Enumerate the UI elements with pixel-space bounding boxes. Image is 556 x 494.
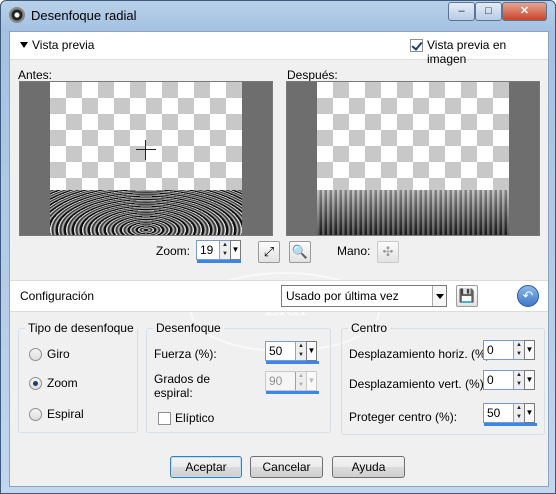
- reset-button[interactable]: ↶: [517, 285, 539, 307]
- original-image-area: [50, 190, 242, 235]
- spiral-label-line1: Grados de: [154, 372, 211, 386]
- radio-spin[interactable]: [29, 348, 42, 361]
- strength-value: 50: [269, 344, 283, 358]
- spin-arrows-icon[interactable]: ▲ ▼: [513, 341, 524, 359]
- before-preview[interactable]: [19, 81, 273, 236]
- transparency-checkerboard: [317, 82, 509, 190]
- after-label: Después:: [287, 68, 338, 82]
- strength-spinbox[interactable]: 50 ▲ ▼ ▼: [265, 341, 319, 364]
- maximize-button[interactable]: □: [475, 2, 502, 21]
- transparency-checkerboard: [50, 82, 242, 190]
- blur-type-title: Tipo de desenfoque: [25, 321, 137, 335]
- preset-value: Usado por última vez: [286, 289, 399, 303]
- h-offset-value: 0: [487, 343, 494, 357]
- radio-spiral[interactable]: [29, 408, 42, 421]
- spin-arrows-icon[interactable]: ▲ ▼: [295, 342, 306, 360]
- center-group: Centro Desplazamiento horiz. (%): 0 ▲ ▼ ▼…: [341, 321, 545, 435]
- zoom-label: Zoom:: [156, 244, 191, 258]
- chevron-down-icon[interactable]: [432, 286, 446, 306]
- preview-header: Vista previa Vista previa en imagen: [10, 32, 548, 66]
- strength-dropdown-arrow[interactable]: ▼: [306, 341, 317, 361]
- v-offset-spinbox[interactable]: 0 ▲ ▼ ▼: [483, 370, 535, 390]
- h-offset-dropdown-arrow[interactable]: ▼: [524, 340, 535, 360]
- elliptic-checkbox[interactable]: [158, 412, 171, 425]
- zoom-dropdown-arrow[interactable]: ▼: [230, 240, 241, 260]
- v-offset-value: 0: [487, 373, 494, 387]
- v-offset-label: Desplazamiento vert. (%):: [349, 377, 488, 391]
- protect-center-label: Proteger centro (%):: [349, 410, 458, 424]
- radio-zoom[interactable]: [29, 377, 42, 390]
- minimize-button[interactable]: –: [448, 2, 475, 21]
- elliptic-label[interactable]: Elíptico: [175, 411, 214, 425]
- after-preview: [286, 81, 540, 236]
- spin-arrows-icon[interactable]: ▲ ▼: [513, 371, 524, 389]
- preview-toggle-label[interactable]: Vista previa: [32, 38, 94, 52]
- config-bar: Configuración Usado por última vez 💾 ↶: [10, 280, 548, 312]
- spin-arrows-icon[interactable]: ▲ ▼: [219, 241, 230, 259]
- pan-label: Mano:: [337, 244, 371, 258]
- spiral-value: 90: [269, 374, 283, 388]
- spiral-spinbox[interactable]: 90 ▲ ▼ ▼: [265, 371, 319, 394]
- strength-label: Fuerza (%):: [154, 347, 217, 361]
- zoom-level-bar: [197, 260, 241, 263]
- zoom-tool-button[interactable]: 🔍: [289, 241, 311, 263]
- h-offset-spinbox[interactable]: 0 ▲ ▼ ▼: [483, 340, 535, 360]
- crosshair-icon: [136, 140, 156, 160]
- zoom-fit-button[interactable]: ⤢: [258, 241, 280, 263]
- collapse-triangle-icon[interactable]: [20, 42, 28, 48]
- v-offset-dropdown-arrow[interactable]: ▼: [524, 370, 535, 390]
- protect-center-value: 50: [487, 406, 501, 420]
- blurred-image-area: [317, 190, 509, 235]
- center-title: Centro: [348, 321, 391, 335]
- save-preset-button[interactable]: 💾: [456, 285, 478, 307]
- radio-spiral-label[interactable]: Espiral: [47, 407, 84, 421]
- preview-in-image-checkbox[interactable]: [410, 39, 423, 52]
- radio-spin-label[interactable]: Giro: [47, 347, 70, 361]
- spin-arrows-icon[interactable]: ▲ ▼: [513, 404, 524, 422]
- dialog-window: Desenfoque radial – □ ✕ Vista previa Vis…: [0, 0, 556, 494]
- window-title: Desenfoque radial: [31, 8, 137, 23]
- close-button[interactable]: ✕: [502, 2, 547, 21]
- h-offset-label: Desplazamiento horiz. (%):: [349, 347, 494, 361]
- preset-dropdown[interactable]: Usado por última vez: [281, 285, 447, 307]
- ok-button[interactable]: Aceptar: [170, 456, 242, 478]
- protect-center-spinbox[interactable]: 50 ▲ ▼ ▼: [483, 403, 537, 426]
- cancel-button[interactable]: Cancelar: [250, 456, 323, 478]
- dialog-client: Vista previa Vista previa en imagen Ante…: [9, 31, 549, 487]
- blur-title: Desenfoque: [153, 321, 224, 335]
- title-bar[interactable]: Desenfoque radial – □ ✕: [1, 1, 555, 31]
- blur-type-group: Tipo de desenfoque Giro Zoom Espiral: [18, 321, 138, 433]
- help-button[interactable]: Ayuda: [332, 456, 405, 478]
- spiral-label-line2: espiral:: [154, 386, 193, 400]
- radio-zoom-label[interactable]: Zoom: [47, 376, 78, 390]
- config-label: Configuración: [20, 289, 95, 303]
- protect-center-dropdown-arrow[interactable]: ▼: [524, 403, 535, 423]
- preview-in-image-label[interactable]: Vista previa en imagen: [427, 38, 548, 66]
- zoom-value: 19: [200, 243, 214, 257]
- pan-tool-button[interactable]: ✣: [377, 241, 399, 263]
- spin-arrows-icon[interactable]: ▲ ▼: [295, 372, 306, 390]
- strength-level-bar: [266, 361, 319, 364]
- spiral-dropdown-arrow[interactable]: ▼: [306, 371, 317, 391]
- protect-center-level-bar: [484, 423, 537, 426]
- spiral-level-bar: [266, 391, 319, 394]
- app-icon: [9, 7, 25, 23]
- blur-group: Desenfoque Fuerza (%): 50 ▲ ▼ ▼ Grados de…: [146, 321, 331, 433]
- zoom-spinbox[interactable]: 19 ▲ ▼ ▼: [196, 240, 241, 263]
- before-label: Antes:: [18, 68, 53, 82]
